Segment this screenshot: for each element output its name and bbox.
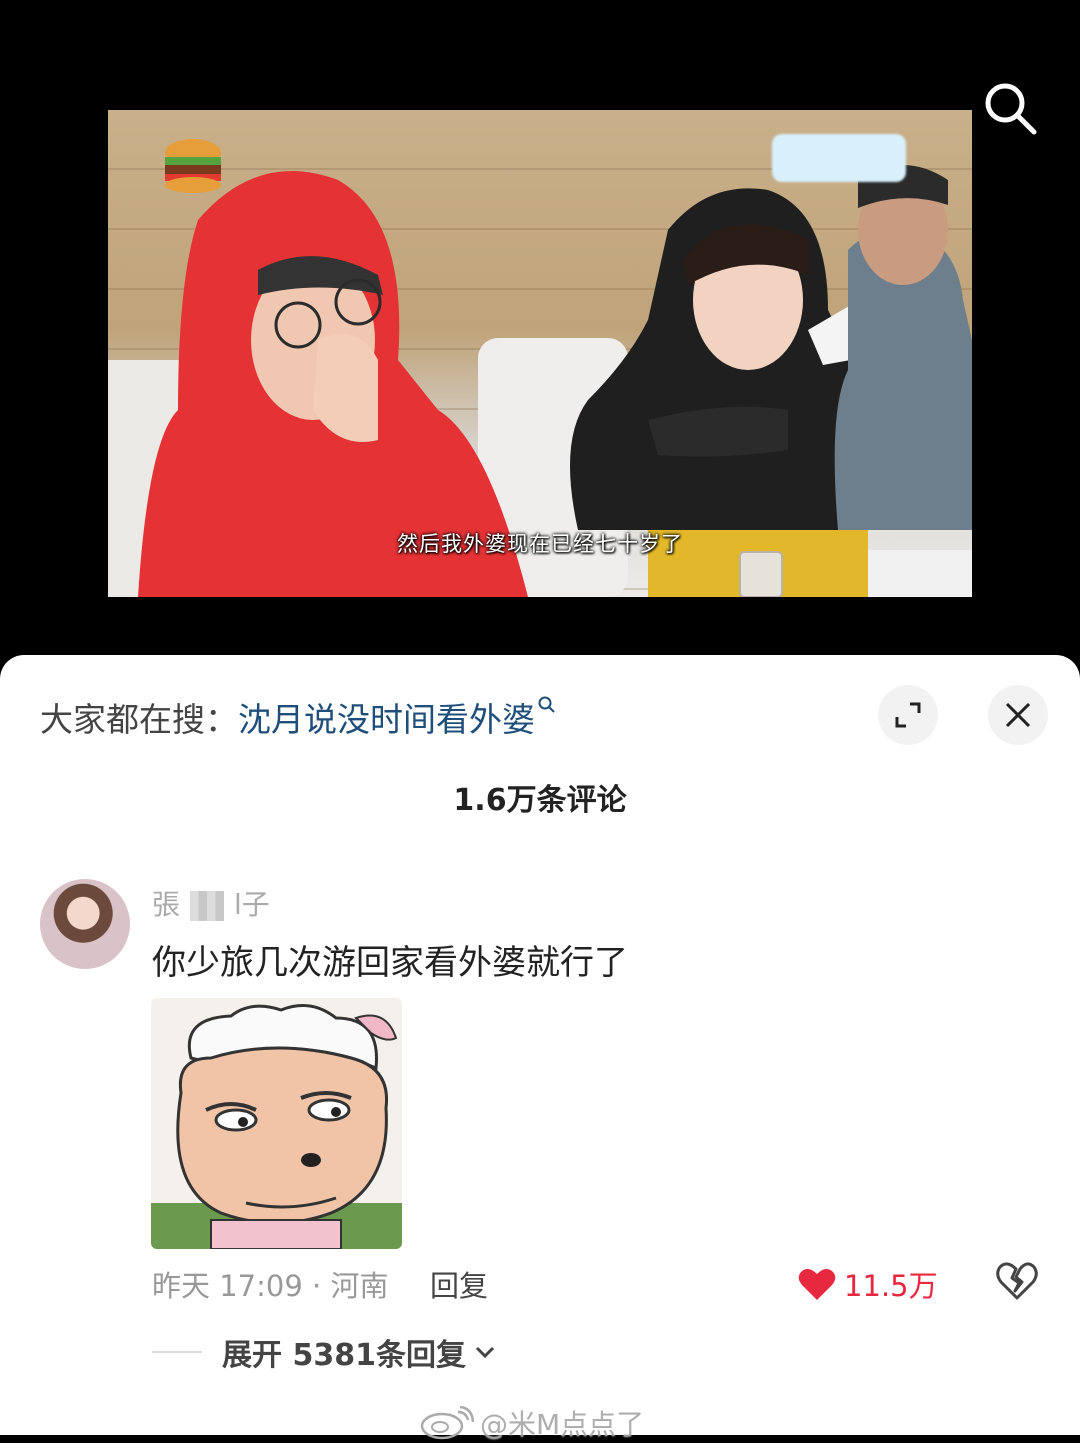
channel-logo [165,139,221,193]
fullscreen-button[interactable] [878,685,938,745]
comment-username[interactable]: 張 l子 [152,883,270,923]
comment-text: 你少旅几次游回家看外婆就行了 [152,943,628,983]
dislike-button[interactable] [996,1261,1038,1305]
username-start: 張 [152,888,181,921]
video-subtitle: 然后我外婆现在已经七十岁了 [397,532,683,556]
blurred-caption-bubble [772,134,906,182]
comments-sheet: 大家都在搜：沈月说没时间看外婆 1.6万条评论 張 l子 你少旅几次游回家看外婆就… [0,655,1080,1441]
expand-replies-label: 展开 5381条回复 [222,1338,466,1373]
video-frame[interactable]: 然后我外婆现在已经七十岁了 [108,110,972,597]
small-search-icon [538,696,555,713]
comment-count: 1.6万条评论 [453,783,627,818]
username-mosaic [190,891,225,921]
comment-time-location: 昨天 17:09 · 河南 [152,1269,389,1303]
reply-button[interactable]: 回复 [430,1263,488,1305]
hot-search-label: 大家都在搜： [40,700,238,739]
chevron-down-icon [475,1346,495,1359]
video-scene [108,139,972,597]
like-count: 11.5万 [844,1269,938,1303]
search-icon [985,83,1037,135]
username-end: l子 [234,888,270,921]
hot-search-term[interactable]: 沈月说没时间看外婆 [238,700,535,739]
expand-icon [895,702,921,728]
broken-heart-icon [996,1262,1038,1300]
expand-replies-button[interactable]: 展开 5381条回复 [152,1330,498,1374]
divider-line [152,1351,202,1353]
search-button[interactable] [980,78,1040,138]
weibo-watermark: @米M点点了 [418,1403,644,1443]
avatar[interactable] [40,879,130,969]
close-button[interactable] [988,685,1048,745]
watermark-text: @米M点点了 [480,1408,645,1441]
video-player[interactable]: 然后我外婆现在已经七十岁了 [0,0,1080,660]
hot-search-bar[interactable]: 大家都在搜：沈月说没时间看外婆 [40,693,557,741]
heart-icon [798,1268,836,1300]
close-icon [1005,702,1031,728]
comment-sticker-image[interactable] [151,998,402,1249]
like-button[interactable]: 11.5万 [798,1263,938,1305]
sheep-cartoon-sticker [151,998,402,1249]
